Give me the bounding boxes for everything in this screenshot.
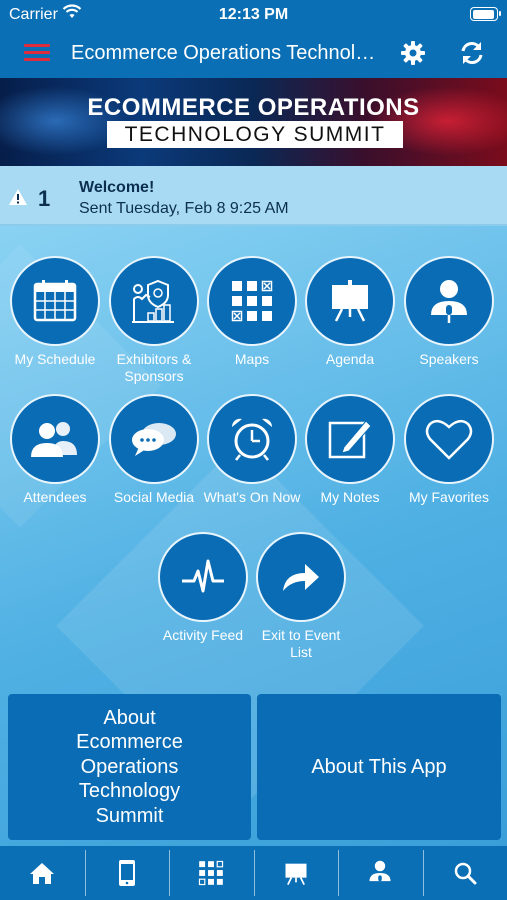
tile-label: Maps xyxy=(234,351,270,367)
tile-exit-to-event-list[interactable]: Exit to Event List xyxy=(252,532,350,661)
speaker-icon xyxy=(369,860,391,882)
banner-title: ECOMMERCE OPERATIONS xyxy=(87,94,420,121)
alert-count: 1 xyxy=(38,186,51,211)
tile-maps[interactable]: Maps xyxy=(203,256,301,368)
speaker-icon xyxy=(431,280,467,323)
notification-alert[interactable]: 1 Welcome! Sent Tuesday, Feb 8 9:25 AM xyxy=(0,166,507,226)
chat-bubbles-icon xyxy=(132,423,176,456)
tile-social-media[interactable]: Social Media xyxy=(105,394,203,506)
status-bar: Carrier 12:13 PM xyxy=(0,0,507,30)
tile-exhibitors-sponsors[interactable]: Exhibitors & Sponsors xyxy=(105,256,203,385)
gear-icon[interactable] xyxy=(400,40,426,66)
tile-label: Attendees xyxy=(23,489,87,505)
tab-speakers[interactable] xyxy=(338,846,423,900)
map-grid-icon xyxy=(199,860,224,886)
tile-my-schedule[interactable]: My Schedule xyxy=(6,256,104,368)
hamburger-menu-icon[interactable] xyxy=(24,44,50,64)
bottom-tab-bar xyxy=(0,846,507,900)
tab-mobile[interactable] xyxy=(85,846,170,900)
about-app-button[interactable]: About This App xyxy=(257,694,501,840)
search-icon xyxy=(455,862,477,885)
event-banner: ECOMMERCE OPERATIONS TECHNOLOGY SUMMIT xyxy=(0,78,507,166)
navigation-bar: Ecommerce Operations Technolo… xyxy=(0,30,507,78)
calendar-icon xyxy=(33,280,77,322)
heart-icon xyxy=(425,419,473,460)
tile-attendees[interactable]: Attendees xyxy=(6,394,104,506)
tab-search[interactable] xyxy=(423,846,507,900)
page-title: Ecommerce Operations Technolo… xyxy=(71,42,385,64)
banner-subtitle: TECHNOLOGY SUMMIT xyxy=(124,123,386,146)
exhibitor-icon xyxy=(132,279,174,323)
tile-label: Exit to Event List xyxy=(261,627,341,660)
tile-label: My Favorites xyxy=(408,489,490,505)
alert-subtitle: Sent Tuesday, Feb 8 9:25 AM xyxy=(79,200,289,217)
tile-label: Activity Feed xyxy=(162,627,244,643)
tile-label: Speakers xyxy=(419,351,479,367)
tile-label: Exhibitors & Sponsors xyxy=(116,351,192,384)
tile-speakers[interactable]: Speakers xyxy=(400,256,498,368)
tile-activity-feed[interactable]: Activity Feed xyxy=(154,532,252,644)
tab-agenda[interactable] xyxy=(254,846,339,900)
tab-maps[interactable] xyxy=(169,846,254,900)
pulse-icon xyxy=(182,559,224,593)
alert-title: Welcome! xyxy=(79,179,155,196)
mobile-device-icon xyxy=(119,860,136,886)
tile-label: My Notes xyxy=(320,489,380,505)
tab-home[interactable] xyxy=(0,846,85,900)
notes-pencil-icon xyxy=(328,420,372,459)
tile-whats-on-now[interactable]: What's On Now xyxy=(203,394,301,506)
tile-my-favorites[interactable]: My Favorites xyxy=(400,394,498,506)
about-event-label: About Ecommerce Operations Technology Su… xyxy=(76,706,183,827)
tile-label: My Schedule xyxy=(14,351,96,367)
tile-agenda[interactable]: Agenda xyxy=(301,256,399,368)
home-icon xyxy=(30,863,55,884)
share-arrow-icon xyxy=(283,564,319,591)
battery-icon xyxy=(470,7,501,21)
clock: 12:13 PM xyxy=(218,6,289,23)
about-event-button[interactable]: About Ecommerce Operations Technology Su… xyxy=(8,694,251,840)
tile-label: What's On Now xyxy=(203,489,301,505)
easel-icon xyxy=(285,863,307,886)
refresh-icon[interactable] xyxy=(459,40,485,66)
tile-label: Social Media xyxy=(113,489,195,505)
about-app-label: About This App xyxy=(311,755,447,778)
warning-icon xyxy=(9,189,27,205)
map-grid-icon xyxy=(231,280,273,322)
easel-icon xyxy=(332,280,368,322)
tile-label: Agenda xyxy=(325,351,375,367)
tile-my-notes[interactable]: My Notes xyxy=(301,394,399,506)
alarm-clock-icon xyxy=(231,418,273,461)
attendees-icon xyxy=(31,422,77,457)
